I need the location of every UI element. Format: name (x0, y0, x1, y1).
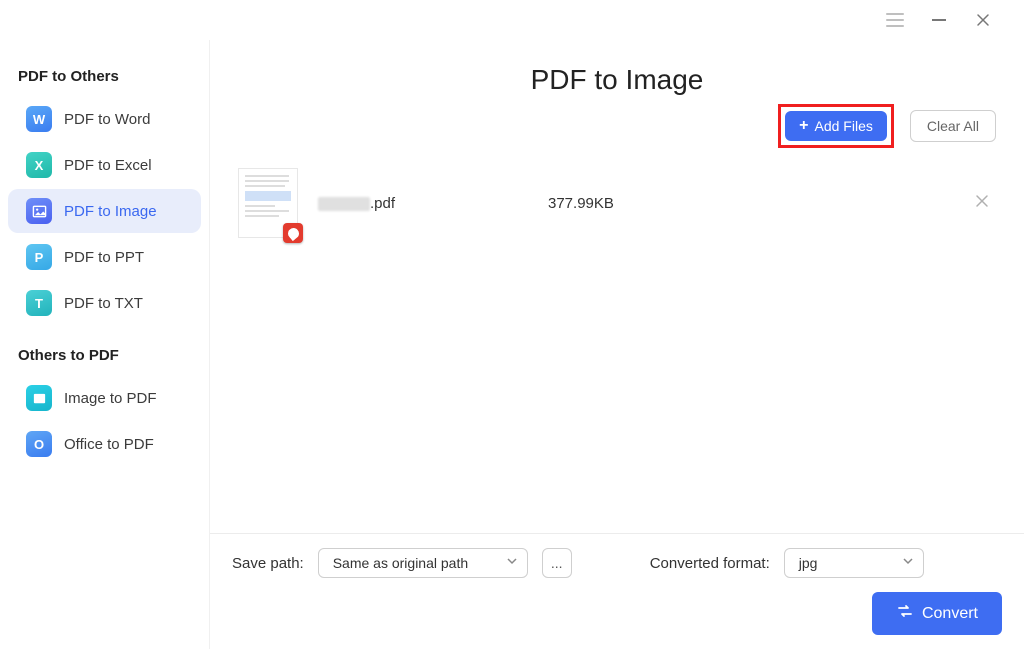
sidebar-item-image-to-pdf[interactable]: Image to PDF (8, 376, 201, 420)
sidebar-item-pdf-to-excel[interactable]: X PDF to Excel (8, 143, 201, 187)
add-files-highlight: + Add Files (778, 104, 894, 148)
office-icon: O (26, 431, 52, 457)
redacted-text (318, 197, 370, 211)
ppt-icon: P (26, 244, 52, 270)
add-files-button[interactable]: + Add Files (785, 111, 887, 141)
converted-format-label: Converted format: (650, 555, 770, 572)
pdf-badge-icon (283, 223, 303, 243)
sidebar-item-label: Image to PDF (64, 390, 157, 407)
save-path-select[interactable]: Same as original path (318, 548, 528, 578)
file-row: .pdf 377.99KB (238, 162, 996, 256)
file-size: 377.99KB (548, 195, 614, 212)
sidebar-item-label: Office to PDF (64, 436, 154, 453)
file-name: .pdf (318, 195, 548, 212)
window-titlebar (0, 0, 1024, 40)
sidebar-item-pdf-to-ppt[interactable]: P PDF to PPT (8, 235, 201, 279)
sidebar-item-label: PDF to Word (64, 111, 150, 128)
word-icon: W (26, 106, 52, 132)
file-thumbnail (238, 168, 298, 238)
convert-label: Convert (922, 605, 978, 623)
main-panel: PDF to Image + Add Files Clear All .pdf … (210, 40, 1024, 649)
sidebar-item-pdf-to-image[interactable]: PDF to Image (8, 189, 201, 233)
image-icon (26, 198, 52, 224)
format-select[interactable]: jpg (784, 548, 924, 578)
close-window-button[interactable] (972, 9, 994, 31)
sidebar-section-pdf-to-others: PDF to Others (0, 60, 209, 95)
menu-icon[interactable] (884, 9, 906, 31)
plus-icon: + (799, 118, 808, 134)
browse-path-button[interactable]: ... (542, 548, 572, 578)
page-title: PDF to Image (210, 64, 1024, 96)
clear-all-button[interactable]: Clear All (910, 110, 996, 142)
add-files-label: Add Files (815, 118, 873, 134)
convert-button[interactable]: Convert (872, 592, 1002, 635)
sidebar-item-label: PDF to Image (64, 203, 157, 220)
minimize-button[interactable] (928, 9, 950, 31)
remove-file-button[interactable] (968, 187, 996, 220)
file-list: .pdf 377.99KB (210, 154, 1024, 533)
save-path-label: Save path: (232, 555, 304, 572)
sidebar-section-others-to-pdf: Others to PDF (0, 339, 209, 374)
txt-icon: T (26, 290, 52, 316)
footer: Save path: Same as original path ... Con… (210, 533, 1024, 649)
sidebar-item-pdf-to-word[interactable]: W PDF to Word (8, 97, 201, 141)
sidebar-item-label: PDF to TXT (64, 295, 143, 312)
sidebar-item-label: PDF to PPT (64, 249, 144, 266)
sidebar-item-label: PDF to Excel (64, 157, 152, 174)
image-icon (26, 385, 52, 411)
sidebar-item-pdf-to-txt[interactable]: T PDF to TXT (8, 281, 201, 325)
convert-icon (896, 602, 914, 625)
sidebar: PDF to Others W PDF to Word X PDF to Exc… (0, 40, 210, 649)
excel-icon: X (26, 152, 52, 178)
sidebar-item-office-to-pdf[interactable]: O Office to PDF (8, 422, 201, 466)
